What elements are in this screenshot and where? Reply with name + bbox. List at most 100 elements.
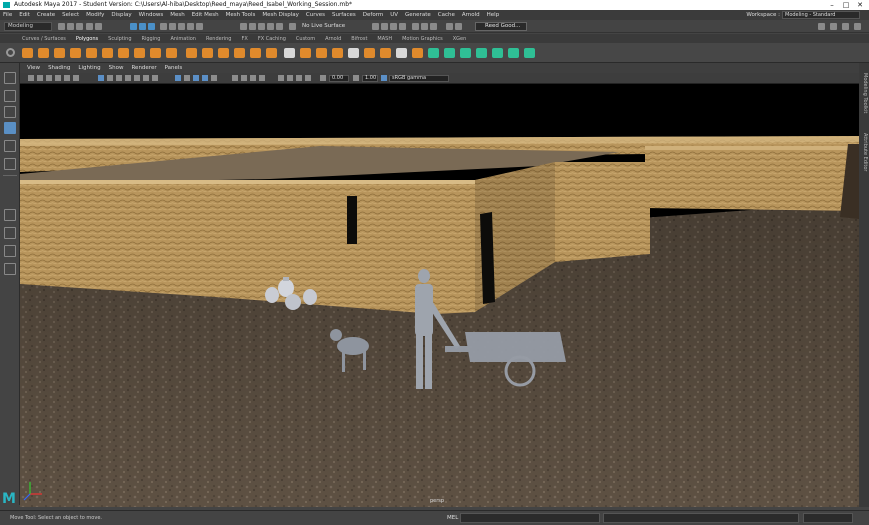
menu-deform[interactable]: Deform	[363, 12, 383, 18]
select-camera-icon[interactable]	[28, 75, 34, 81]
append-polygon-icon[interactable]	[332, 48, 343, 58]
shelf-tab-fx[interactable]: FX	[242, 36, 248, 42]
modeling-toolkit-icon[interactable]	[854, 23, 861, 30]
menu-windows[interactable]: Windows	[139, 12, 164, 18]
screen-space-ao-icon[interactable]	[232, 75, 238, 81]
resolution-gate-icon[interactable]	[116, 75, 122, 81]
workspace-select[interactable]: Modeling - Standard	[782, 11, 860, 19]
close-button[interactable]: ✕	[853, 0, 867, 10]
snap-curve-icon[interactable]	[249, 23, 256, 30]
menu-file[interactable]: File	[3, 12, 12, 18]
single-perspective-layout-icon[interactable]	[4, 209, 16, 221]
anti-aliasing-icon[interactable]	[250, 75, 256, 81]
menu-uv[interactable]: UV	[390, 12, 398, 18]
arnold-render-icon[interactable]	[412, 23, 419, 30]
menu-generate[interactable]: Generate	[405, 12, 431, 18]
color-management-icon[interactable]	[381, 75, 387, 81]
gate-mask-icon[interactable]	[125, 75, 131, 81]
planar-uv-icon[interactable]	[428, 48, 439, 58]
pause-icon[interactable]	[430, 23, 437, 30]
film-gate-icon[interactable]	[107, 75, 113, 81]
spherical-uv-icon[interactable]	[460, 48, 471, 58]
shadows-icon[interactable]	[211, 75, 217, 81]
save-scene-icon[interactable]	[76, 23, 83, 30]
xray-joints-icon[interactable]	[296, 75, 302, 81]
move-tool-icon[interactable]	[4, 122, 16, 134]
combine-icon[interactable]	[186, 48, 197, 58]
svg-to-poly-icon[interactable]	[166, 48, 177, 58]
boolean-union-icon[interactable]	[250, 48, 261, 58]
poly-plane-icon[interactable]	[86, 48, 97, 58]
rotate-tool-icon[interactable]	[4, 140, 16, 152]
tool-settings-icon[interactable]	[842, 23, 849, 30]
shelf-settings-gear-icon[interactable]	[6, 48, 15, 57]
depth-of-field-icon[interactable]	[259, 75, 265, 81]
safe-action-icon[interactable]	[143, 75, 149, 81]
gamma-field[interactable]: 1.00	[362, 75, 378, 82]
extrude-icon[interactable]	[284, 48, 295, 58]
poly-torus-icon[interactable]	[102, 48, 113, 58]
poly-cube-icon[interactable]	[38, 48, 49, 58]
poly-cylinder-icon[interactable]	[54, 48, 65, 58]
face-mask-icon[interactable]	[178, 23, 185, 30]
maximize-button[interactable]: □	[839, 0, 853, 10]
poly-prism-icon[interactable]	[118, 48, 129, 58]
render-frame-icon[interactable]	[372, 23, 379, 30]
arnold-ipr-icon[interactable]	[421, 23, 428, 30]
shelf-tab-rendering[interactable]: Rendering	[206, 36, 232, 42]
ipr-render-icon[interactable]	[381, 23, 388, 30]
insert-edge-loop-icon[interactable]	[412, 48, 423, 58]
object-name-field[interactable]: Reed Good...	[475, 22, 527, 31]
snap-view-icon[interactable]	[267, 23, 274, 30]
modeling-toolkit-tab[interactable]: Modeling Toolkit	[860, 73, 868, 113]
view-transform-select[interactable]: sRGB gamma	[389, 75, 449, 82]
poly-cone-icon[interactable]	[70, 48, 81, 58]
scale-tool-icon[interactable]	[4, 158, 16, 170]
uv-editor-icon[interactable]	[492, 48, 503, 58]
menu-create[interactable]: Create	[37, 12, 55, 18]
snap-grid-icon[interactable]	[240, 23, 247, 30]
shelf-tab-motion-graphics[interactable]: Motion Graphics	[402, 36, 443, 42]
boolean-difference-icon[interactable]	[266, 48, 277, 58]
target-weld-icon[interactable]	[364, 48, 375, 58]
attribute-editor-tab[interactable]: Attribute Editor	[860, 133, 868, 171]
wireframe-icon[interactable]	[175, 75, 181, 81]
backface-culling-icon[interactable]	[305, 75, 311, 81]
attribute-editor-icon[interactable]	[830, 23, 837, 30]
isolate-select-icon[interactable]	[278, 75, 284, 81]
snap-surface-icon[interactable]	[276, 23, 283, 30]
four-view-layout-icon[interactable]	[4, 227, 16, 239]
menu-cache[interactable]: Cache	[438, 12, 455, 18]
select-component-icon[interactable]	[148, 23, 155, 30]
textured-icon[interactable]	[193, 75, 199, 81]
input-ops-icon[interactable]	[446, 23, 453, 30]
menu-surfaces[interactable]: Surfaces	[332, 12, 356, 18]
shelf-tab-curves[interactable]: Curves / Surfaces	[22, 36, 66, 42]
menu-mesh[interactable]: Mesh	[170, 12, 184, 18]
connect-icon[interactable]	[380, 48, 391, 58]
outliner-layout-icon[interactable]	[4, 263, 16, 275]
menu-arnold[interactable]: Arnold	[462, 12, 480, 18]
menu-select[interactable]: Select	[62, 12, 79, 18]
poly-pipe-icon[interactable]	[134, 48, 145, 58]
shelf-tab-polygons[interactable]: Polygons	[76, 36, 98, 42]
panel-menu-shading[interactable]: Shading	[48, 65, 70, 71]
smooth-icon[interactable]	[218, 48, 229, 58]
shelf-tab-animation[interactable]: Animation	[170, 36, 196, 42]
image-plane-icon[interactable]	[55, 75, 61, 81]
multi-cut-icon[interactable]	[348, 48, 359, 58]
xray-icon[interactable]	[287, 75, 293, 81]
shelf-tab-mash[interactable]: MASH	[377, 36, 392, 42]
separate-icon[interactable]	[202, 48, 213, 58]
shelf-tab-arnold[interactable]: Arnold	[325, 36, 341, 42]
new-scene-icon[interactable]	[58, 23, 65, 30]
open-scene-icon[interactable]	[67, 23, 74, 30]
cylindrical-uv-icon[interactable]	[444, 48, 455, 58]
shelf-tab-fx-caching[interactable]: FX Caching	[258, 36, 286, 42]
bevel-icon[interactable]	[316, 48, 327, 58]
panel-menu-view[interactable]: View	[27, 65, 40, 71]
perspective-viewport[interactable]: persp	[20, 84, 859, 507]
channel-box-icon[interactable]	[818, 23, 825, 30]
menu-help[interactable]: Help	[487, 12, 500, 18]
poly-text-icon[interactable]	[150, 48, 161, 58]
